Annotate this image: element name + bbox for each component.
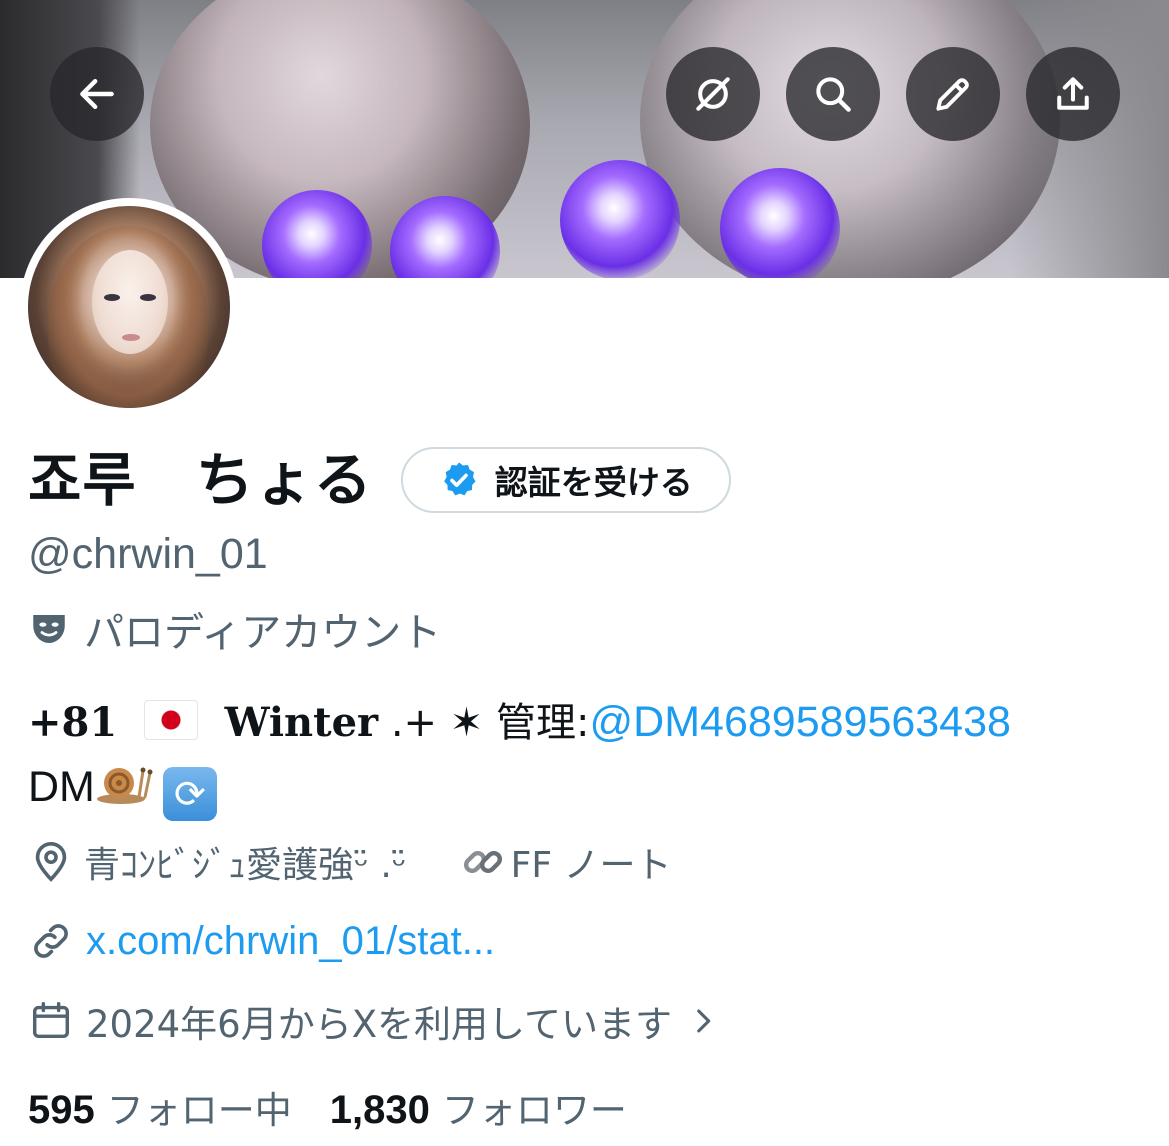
followers-label: フォロワー: [441, 1089, 627, 1132]
website-link-text[interactable]: x.com/chrwin_01/stat...: [86, 919, 495, 964]
name-row: 죠루 ちょる 認証を受ける: [28, 440, 731, 520]
bio-line-2: DM ⟳: [28, 755, 1138, 821]
ff-note-link[interactable]: FF ノート: [459, 836, 672, 888]
arrow-left-icon: [80, 78, 114, 110]
bio-line-1: +81 Winter .+ ✶ 管理:@DM4689589563438: [28, 690, 1138, 755]
avatar-eye: [104, 294, 120, 301]
bio: +81 Winter .+ ✶ 管理:@DM4689589563438 DM ⟳: [28, 690, 1138, 821]
followers-link[interactable]: 1,830 フォロワー: [330, 1080, 627, 1134]
bio-manage-mention-link[interactable]: @DM4689589563438: [590, 698, 1011, 746]
parody-text: パロディアカウント: [84, 610, 442, 656]
follow-stats: 595 フォロー中 1,830 フォロワー: [28, 1080, 627, 1134]
avatar-lip: [122, 334, 140, 341]
calendar-icon: [32, 1002, 70, 1039]
japan-flag-icon: [143, 700, 198, 740]
display-name: 죠루 ちょる: [28, 446, 373, 514]
bio-manage-label: 管理:: [496, 700, 590, 746]
grok-button[interactable]: [666, 47, 760, 141]
followers-count: 1,830: [329, 1088, 430, 1132]
ff-note-text: FF ノート: [510, 845, 672, 886]
get-verified-label: 認証を受ける: [494, 463, 693, 502]
avatar-image: [28, 206, 230, 408]
bio-name-styled: Winter: [224, 699, 379, 746]
profile-website[interactable]: x.com/chrwin_01/stat...: [28, 918, 495, 964]
chevron-right-icon: [697, 1009, 711, 1033]
avatar-eye: [140, 294, 156, 301]
verified-badge-icon: [443, 462, 476, 496]
bio-country-code: +81: [28, 699, 118, 746]
cycle-arrows-icon: ⟳: [162, 767, 217, 821]
bio-sparkle: .+ ✶: [390, 700, 484, 746]
search-icon: [816, 77, 851, 112]
share-button[interactable]: [1026, 47, 1120, 141]
bio-dm-label: DM: [28, 763, 95, 811]
snail-icon: [95, 757, 153, 807]
following-count: 595: [28, 1088, 95, 1132]
lightstick-glow: [720, 168, 840, 278]
edit-button[interactable]: [906, 47, 1000, 141]
avatar[interactable]: [20, 198, 238, 416]
grok-icon: [696, 77, 730, 111]
parody-account-label[interactable]: パロディアカウント: [28, 600, 441, 658]
theater-mask-icon: [33, 615, 65, 643]
pencil-icon: [936, 78, 969, 111]
link-icon: [34, 924, 68, 958]
profile-meta-row: 青ｺﾝﾋﾞｼﾞｭ愛護強ᵕ̈ .ᵕ̈ FF ノート: [28, 836, 672, 888]
location-pin-icon: [35, 841, 67, 882]
back-button[interactable]: [50, 47, 144, 141]
get-verified-button[interactable]: 認証を受ける: [400, 447, 731, 513]
chain-link-icon: [463, 850, 502, 874]
joined-text: 2024年6月からXを利用しています: [86, 1003, 672, 1046]
location-text: 青ｺﾝﾋﾞｼﾞｭ愛護強ᵕ̈ .ᵕ̈: [84, 845, 407, 886]
joined-date-row[interactable]: 2024年6月からXを利用しています: [28, 994, 720, 1048]
search-button[interactable]: [786, 47, 880, 141]
following-link[interactable]: 595 フォロー中: [28, 1080, 292, 1134]
handle: @chrwin_01: [28, 530, 268, 578]
lightstick-glow: [560, 160, 680, 278]
share-icon: [1057, 77, 1089, 110]
following-label: フォロー中: [106, 1089, 292, 1132]
banner-shade-right: [1009, 0, 1169, 278]
